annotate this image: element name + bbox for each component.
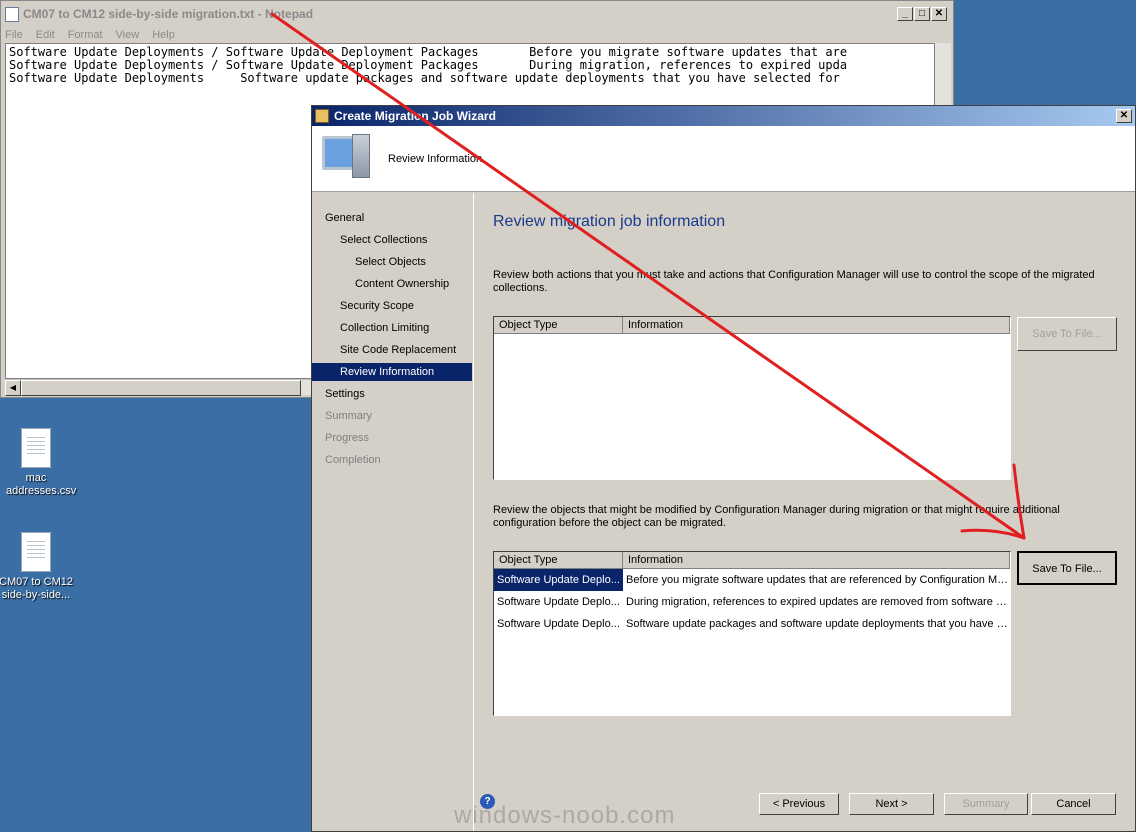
minimize-button[interactable]: _ [897, 7, 913, 21]
actions-description: Review both actions that you must take a… [493, 269, 1095, 294]
column-object-type[interactable]: Object Type [494, 317, 623, 334]
column-information[interactable]: Information [623, 317, 1010, 334]
nav-collection-limiting[interactable]: Collection Limiting [312, 319, 472, 337]
table-row[interactable]: Software Update Deplo... Software update… [494, 613, 1010, 635]
wizard-step-nav: General Select Collections Select Object… [312, 193, 474, 831]
migration-wizard-window: Create Migration Job Wizard ✕ Review Inf… [311, 105, 1136, 832]
wizard-content: Review migration job information Review … [475, 193, 1135, 831]
column-information[interactable]: Information [623, 552, 1010, 569]
nav-settings[interactable]: Settings [312, 385, 472, 403]
scroll-left-arrow-icon[interactable]: ◀ [5, 380, 21, 396]
objects-description: Review the objects that might be modifie… [493, 504, 1060, 529]
actions-list[interactable]: Object Type Information [493, 316, 1011, 480]
menu-view[interactable]: View [116, 29, 140, 41]
cell-object-type: Software Update Deplo... [497, 618, 620, 630]
list-header: Object Type Information [494, 317, 1010, 334]
nav-site-code-replacement[interactable]: Site Code Replacement [312, 341, 472, 359]
nav-content-ownership[interactable]: Content Ownership [312, 275, 472, 293]
notepad-icon [5, 6, 19, 22]
desktop-icon-label: CM07 to CM12 side-by-side... [0, 576, 73, 601]
text-line: Software Update Deployments Software upd… [9, 71, 840, 85]
notepad-title: CM07 to CM12 side-by-side migration.txt … [23, 7, 314, 21]
page-title: Review migration job information [493, 213, 726, 230]
close-button[interactable]: ✕ [931, 7, 947, 21]
nav-completion: Completion [325, 454, 381, 466]
next-button[interactable]: Next > [849, 793, 934, 815]
notepad-titlebar[interactable]: CM07 to CM12 side-by-side migration.txt … [1, 1, 953, 27]
wizard-header: Review Information [312, 126, 1135, 192]
text-file-icon [21, 532, 51, 572]
desktop-icon-migration-txt[interactable]: CM07 to CM12 side-by-side... [0, 532, 76, 602]
close-button[interactable]: ✕ [1116, 109, 1132, 123]
nav-select-collections[interactable]: Select Collections [312, 231, 472, 249]
cell-object-type: Software Update Deplo... [494, 569, 623, 591]
table-row[interactable]: Software Update Deplo... During migratio… [494, 591, 1010, 613]
computer-tower-icon [352, 134, 370, 178]
maximize-button[interactable]: □ [914, 7, 930, 21]
menu-help[interactable]: Help [152, 29, 175, 41]
wizard-title: Create Migration Job Wizard [334, 109, 496, 123]
column-object-type[interactable]: Object Type [494, 552, 623, 569]
previous-button[interactable]: < Previous [759, 793, 839, 815]
menu-file[interactable]: File [5, 29, 23, 41]
summary-button: Summary [944, 793, 1028, 815]
nav-summary: Summary [325, 410, 373, 422]
nav-progress: Progress [325, 432, 370, 444]
save-to-file-button-2[interactable]: Save To File... [1017, 551, 1117, 585]
cancel-button[interactable]: Cancel [1031, 793, 1116, 815]
notepad-menubar: File Edit Format View Help [1, 27, 953, 43]
nav-security-scope[interactable]: Security Scope [312, 297, 472, 315]
csv-file-icon [21, 428, 51, 468]
desktop-icon-label: mac addresses.csv [6, 472, 77, 497]
cell-information: During migration, references to expired … [626, 596, 1009, 608]
list-header: Object Type Information [494, 552, 1010, 569]
nav-review-information[interactable]: Review Information [312, 363, 472, 381]
wizard-titlebar[interactable]: Create Migration Job Wizard ✕ [312, 106, 1135, 126]
nav-select-objects[interactable]: Select Objects [312, 253, 472, 271]
scrollbar-thumb[interactable] [21, 380, 301, 396]
nav-general[interactable]: General [312, 209, 472, 227]
save-to-file-button-1: Save To File... [1017, 317, 1117, 351]
wizard-header-title: Review Information [388, 153, 483, 165]
menu-format[interactable]: Format [68, 29, 103, 41]
objects-list[interactable]: Object Type Information Software Update … [493, 551, 1011, 716]
menu-edit[interactable]: Edit [36, 29, 55, 41]
cell-object-type: Software Update Deplo... [497, 596, 620, 608]
cell-information: Before you migrate software updates that… [626, 574, 1009, 586]
desktop-icon-mac-addresses[interactable]: mac addresses.csv [0, 428, 76, 498]
table-row[interactable]: Software Update Deplo... Before you migr… [494, 569, 1010, 591]
wizard-app-icon [315, 109, 329, 123]
cell-information: Software update packages and software up… [626, 618, 1009, 630]
watermark: windows-noob.com [454, 802, 676, 829]
